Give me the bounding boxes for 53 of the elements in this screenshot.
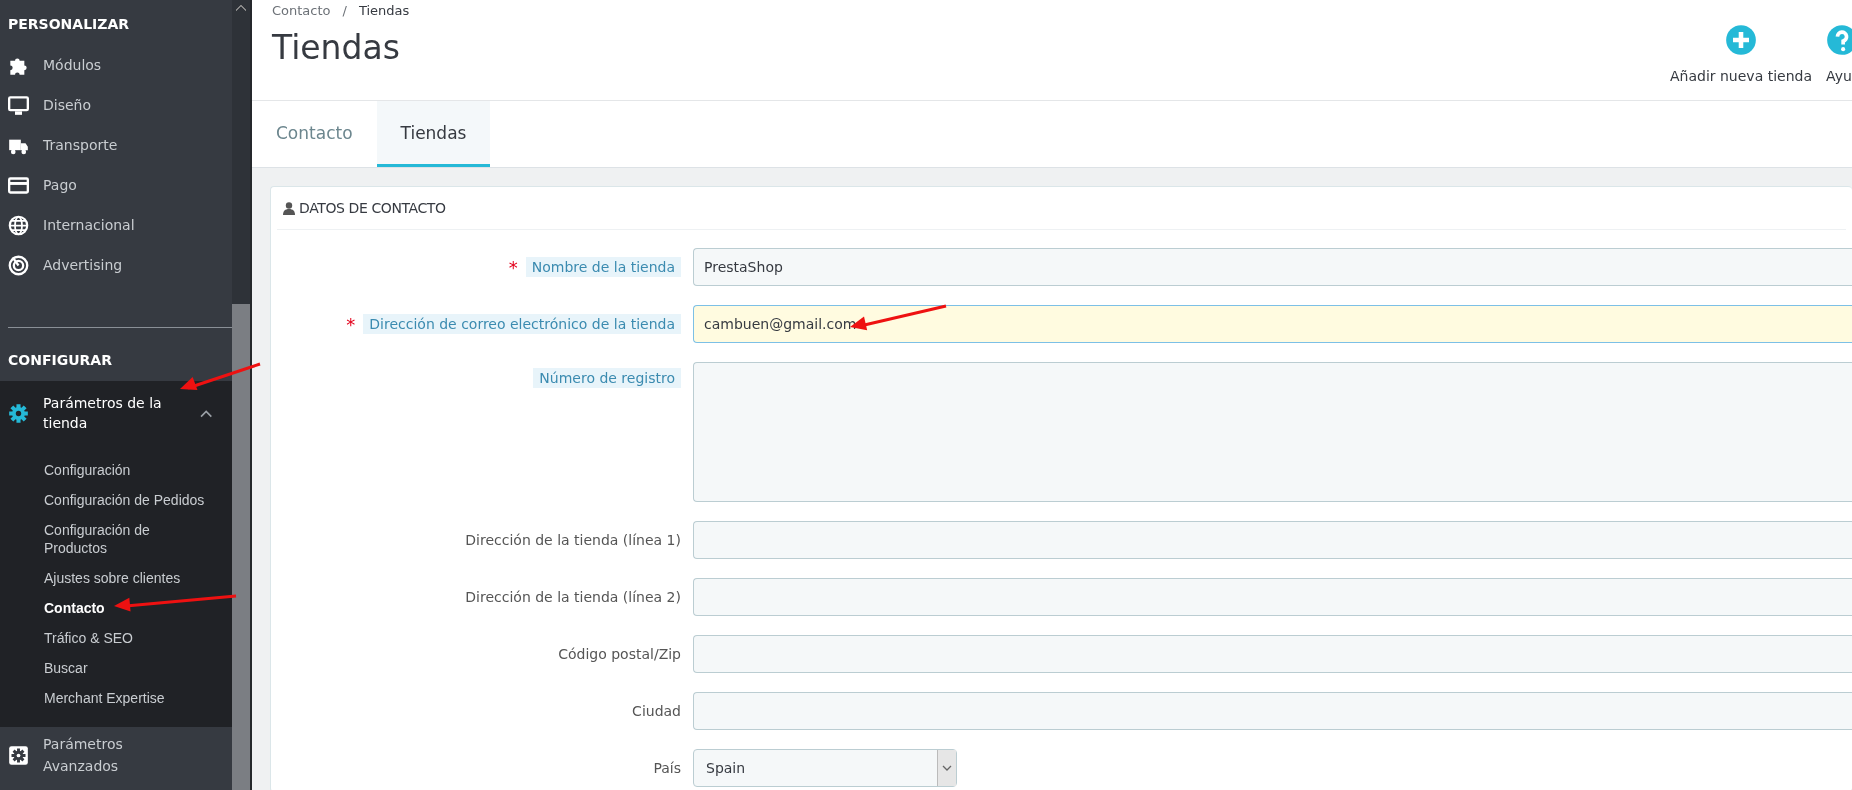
field-label: Dirección de la tienda (línea 1) — [465, 532, 681, 548]
chevron-down-icon — [942, 765, 952, 771]
sidebar-item[interactable]: Advertising — [0, 245, 232, 285]
submenu-item[interactable]: Buscar — [44, 653, 216, 683]
toolbar-button[interactable]: Añadir nueva tienda — [1669, 24, 1812, 100]
add-icon — [1725, 24, 1757, 56]
field-label: Dirección de la tienda (línea 2) — [465, 589, 681, 605]
sidebar-item[interactable]: Diseño — [0, 85, 232, 125]
input-field[interactable] — [693, 692, 1852, 730]
input-field[interactable] — [693, 635, 1852, 673]
breadcrumb-current: Tiendas — [358, 3, 410, 18]
tab[interactable]: Tiendas — [376, 101, 491, 167]
input-field[interactable]: PrestaShop — [693, 248, 1852, 286]
text-area[interactable] — [693, 362, 1852, 502]
required-marker: * — [508, 256, 518, 278]
sidebar-item[interactable]: Módulos — [0, 45, 232, 85]
field-label[interactable]: Nombre de la tienda — [525, 257, 681, 277]
scrollbar-thumb[interactable] — [232, 304, 250, 790]
section-heading: CONFIGURAR — [7, 351, 113, 370]
breadcrumb-separator: / — [342, 3, 347, 18]
section-heading: PERSONALIZAR — [7, 15, 131, 34]
sidebar-item[interactable]: Pago — [0, 165, 232, 205]
target-icon — [8, 254, 29, 276]
settings-icon — [8, 402, 29, 424]
tab[interactable]: Contacto — [252, 101, 377, 167]
input-field[interactable] — [693, 521, 1852, 559]
credit-card-icon — [8, 174, 29, 196]
submenu-item[interactable]: Configuración de Productos — [44, 515, 216, 563]
sidebar-item[interactable]: Transporte — [0, 125, 232, 165]
page-title: Tiendas — [272, 28, 401, 67]
sidebar-item[interactable]: Internacional — [0, 205, 232, 245]
country-dropdown[interactable]: Spain — [693, 749, 957, 787]
submenu-item[interactable]: Tráfico & SEO — [44, 623, 216, 653]
submenu-item[interactable]: Configuración de Pedidos — [44, 485, 216, 515]
user-icon — [283, 201, 295, 215]
submenu-item[interactable]: Ajustes sobre clientes — [44, 563, 216, 593]
globe-icon — [8, 214, 29, 236]
field-label: Ciudad — [632, 703, 681, 719]
input-field[interactable]: cambuen@gmail.com — [693, 305, 1852, 343]
breadcrumb-link[interactable]: Contacto — [272, 3, 331, 18]
chevron-up-icon[interactable] — [199, 408, 212, 418]
field-label: Código postal/Zip — [558, 646, 681, 662]
settings-icon — [8, 744, 29, 766]
field-label[interactable]: Dirección de correo electrónico de la tienda — [363, 314, 681, 334]
toolbar-button[interactable]: Ayu — [1826, 24, 1852, 100]
input-field[interactable] — [693, 578, 1852, 616]
submenu-item[interactable]: Merchant Expertise — [44, 683, 216, 713]
field-label: País — [653, 760, 681, 776]
submenu-item[interactable]: Contacto — [44, 593, 216, 623]
monitor-icon — [8, 94, 29, 116]
required-marker: * — [346, 313, 356, 335]
panel-title: DATOS DE CONTACTO — [299, 200, 446, 216]
submenu-item[interactable]: Configuración — [44, 455, 216, 485]
